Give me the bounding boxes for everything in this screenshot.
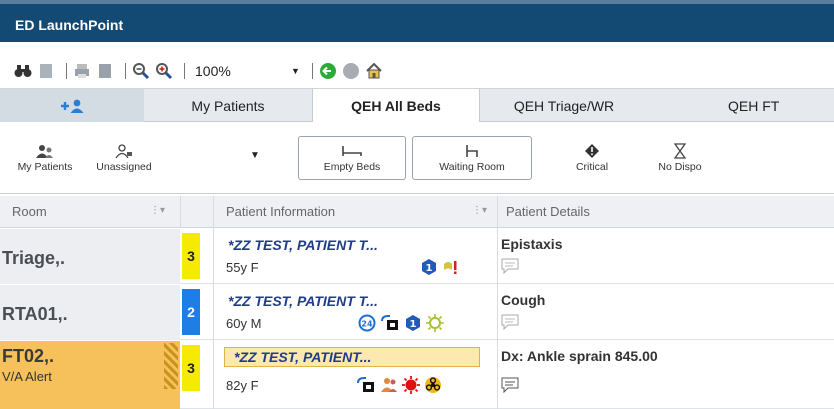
critical-filter-button[interactable]: Critical: [556, 136, 628, 180]
svg-text:1: 1: [410, 319, 417, 330]
refresh-icon[interactable]: [319, 62, 337, 80]
people-icon: [35, 143, 55, 159]
diagnosis: Dx: Ankle sprain 845.00: [501, 348, 658, 364]
acuity-badge: 3: [182, 345, 200, 391]
column-menu-icon[interactable]: ⋮▾: [150, 205, 165, 216]
comment-icon[interactable]: [501, 314, 519, 330]
stop-icon[interactable]: [342, 62, 360, 80]
biohazard-icon[interactable]: [424, 376, 442, 394]
print-preview-icon[interactable]: [96, 62, 114, 80]
room-cell[interactable]: RTA01,.: [0, 285, 180, 340]
column-divider: [497, 196, 498, 228]
comment-icon[interactable]: [501, 377, 519, 393]
toolbar-divider: [184, 63, 185, 79]
tab-my-patients[interactable]: My Patients: [144, 89, 312, 122]
patient-pair-icon[interactable]: [380, 376, 398, 394]
zoom-value: 100%: [195, 63, 231, 79]
room-name: FT02,.: [2, 346, 55, 366]
person-outline-icon: [114, 143, 134, 159]
table-row[interactable]: Triage,. 3 *ZZ TEST, PATIENT T... 55y F …: [0, 229, 834, 284]
chief-complaint: Epistaxis: [501, 236, 563, 252]
column-divider: [180, 196, 181, 228]
column-header-row: Room ⋮▾ Patient Information ⋮▾ Patient D…: [0, 196, 834, 228]
room-cell[interactable]: FT02,. V/A Alert: [0, 341, 180, 409]
hourglass-icon: [674, 143, 686, 159]
alert-flag-icon[interactable]: [442, 258, 460, 276]
chief-complaint: Cough: [501, 292, 546, 308]
tab-add-patient[interactable]: [0, 89, 144, 122]
no-dispo-filter-button[interactable]: No Dispo: [640, 136, 720, 180]
binoculars-icon[interactable]: [14, 62, 32, 80]
patient-details-cell[interactable]: Cough: [499, 285, 834, 340]
transfer-icon[interactable]: [356, 376, 376, 394]
chevron-down-icon: ▼: [291, 66, 300, 76]
toolbar-divider: [125, 63, 126, 79]
room-name: RTA01,.: [2, 304, 68, 324]
zoom-select[interactable]: 100% ▼: [195, 60, 306, 82]
isolation-icon[interactable]: [402, 376, 420, 394]
title-bar: ED LaunchPoint: [0, 0, 834, 42]
patient-name-link[interactable]: *ZZ TEST, PATIENT T...: [228, 237, 378, 253]
column-divider: [213, 196, 214, 228]
sun-status-icon[interactable]: [426, 314, 444, 332]
acuity-hexagon-icon[interactable]: 1: [420, 258, 438, 276]
my-patients-filter-button[interactable]: My Patients: [10, 136, 80, 180]
column-header-room[interactable]: Room: [12, 204, 47, 219]
svg-text:1: 1: [426, 263, 433, 274]
patient-demographics: 82y F: [226, 378, 259, 393]
tab-qeh-triage-wr[interactable]: QEH Triage/WR: [480, 89, 648, 122]
column-divider: [497, 228, 498, 409]
comment-icon[interactable]: [501, 258, 519, 274]
tab-qeh-ft[interactable]: QEH FT: [648, 89, 834, 122]
patient-name-link[interactable]: *ZZ TEST, PATIENT T...: [228, 293, 378, 309]
acuity-badge: 3: [182, 233, 200, 279]
bed-icon: [341, 143, 363, 159]
patient-demographics: 60y M: [226, 316, 262, 331]
toolbar: 100% ▼: [0, 56, 834, 86]
chair-icon: [464, 143, 480, 159]
acuity-hexagon-icon[interactable]: 1: [404, 314, 422, 332]
transfer-icon[interactable]: [380, 314, 400, 332]
table-row[interactable]: FT02,. V/A Alert 3 *ZZ TEST, PATIENT... …: [0, 341, 834, 409]
room-cell[interactable]: Triage,.: [0, 229, 180, 284]
print-icon[interactable]: [73, 62, 91, 80]
filter-bar: My Patients Unassigned ▼ Empty Beds Wait…: [0, 122, 834, 194]
chevron-down-icon[interactable]: ▼: [250, 150, 260, 161]
zoom-in-icon[interactable]: [155, 62, 173, 80]
column-divider: [213, 228, 214, 409]
acuity-badge: 2: [182, 289, 200, 335]
add-person-icon: [61, 99, 84, 113]
patient-demographics: 55y F: [226, 260, 259, 275]
patient-name-link[interactable]: *ZZ TEST, PATIENT...: [234, 349, 371, 365]
waiting-room-filter-button[interactable]: Waiting Room: [412, 136, 532, 180]
room-name: Triage,.: [2, 248, 66, 268]
unassigned-filter-button[interactable]: Unassigned: [84, 136, 164, 180]
app-title: ED LaunchPoint: [15, 17, 124, 33]
patient-info-cell[interactable]: *ZZ TEST, PATIENT T... 55y F 1: [214, 229, 494, 284]
column-header-patient-information[interactable]: Patient Information: [226, 204, 335, 219]
zoom-out-icon[interactable]: [132, 62, 150, 80]
svg-text:24: 24: [361, 320, 373, 329]
patient-details-cell[interactable]: Dx: Ankle sprain 845.00: [499, 341, 834, 396]
critical-diamond-icon: [584, 143, 600, 159]
home-icon[interactable]: [365, 62, 383, 80]
toolbar-divider: [311, 63, 313, 79]
alert-stripe: [164, 343, 178, 389]
toolbar-divider: [66, 63, 67, 79]
24-hour-icon[interactable]: 24: [358, 314, 376, 332]
empty-beds-filter-button[interactable]: Empty Beds: [298, 136, 406, 180]
column-header-patient-details[interactable]: Patient Details: [506, 204, 590, 219]
patient-info-cell[interactable]: *ZZ TEST, PATIENT T... 60y M 24 1: [214, 285, 494, 340]
patient-details-cell[interactable]: Epistaxis: [499, 229, 834, 284]
tab-qeh-all-beds[interactable]: QEH All Beds: [312, 89, 480, 123]
document-icon[interactable]: [37, 62, 55, 80]
va-alert-label: V/A Alert: [2, 369, 52, 384]
column-menu-icon[interactable]: ⋮▾: [472, 205, 487, 216]
table-row[interactable]: RTA01,. 2 *ZZ TEST, PATIENT T... 60y M 2…: [0, 285, 834, 340]
tab-strip: My Patients QEH All Beds QEH Triage/WR Q…: [0, 88, 834, 123]
patient-info-cell[interactable]: *ZZ TEST, PATIENT... 82y F: [214, 341, 494, 396]
